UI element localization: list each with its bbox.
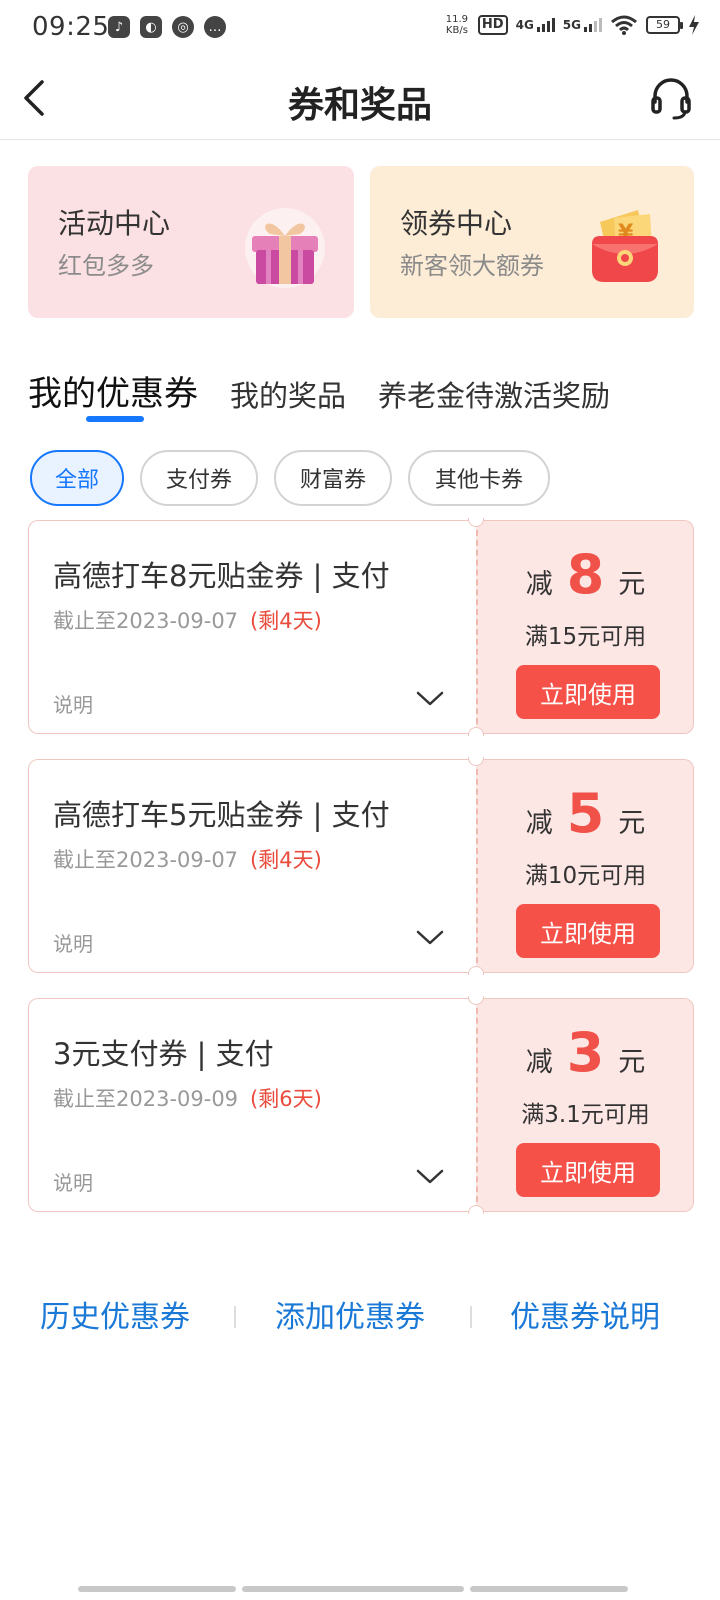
tab-my-prizes[interactable]: 我的奖品 bbox=[230, 373, 346, 415]
coupon-name: 高德打车5元贴金券 | 支付 bbox=[53, 798, 390, 832]
add-coupon-link[interactable]: 添加优惠券 bbox=[275, 1292, 425, 1336]
chevron-down-icon[interactable] bbox=[415, 687, 445, 709]
coupon-card: 3元支付券 | 支付 截止至2023-09-09 (剩6天) 说明 减3元 满3.… bbox=[28, 996, 694, 1214]
filter-other-cards[interactable]: 其他卡券 bbox=[408, 450, 550, 506]
page-header: 券和奖品 bbox=[0, 56, 720, 140]
promo-coupon-center[interactable]: 领券中心 新客领大额券 ¥ bbox=[370, 166, 694, 318]
message-icon: … bbox=[204, 16, 226, 38]
coupon-remaining: (剩4天) bbox=[250, 848, 322, 872]
coupon-value-panel: 减5元 满10元可用 立即使用 bbox=[476, 759, 694, 973]
coupon-expiry: 截止至2023-09-07 (剩4天) bbox=[53, 609, 322, 633]
link-divider bbox=[234, 1306, 236, 1328]
tab-my-coupons[interactable]: 我的优惠券 bbox=[28, 366, 198, 415]
coupon-remaining: (剩4天) bbox=[250, 609, 322, 633]
use-now-button[interactable]: 立即使用 bbox=[516, 665, 660, 719]
battery-icon: 59 bbox=[646, 16, 683, 34]
coupon-remaining: (剩6天) bbox=[250, 1087, 322, 1111]
filter-all[interactable]: 全部 bbox=[30, 450, 124, 506]
network-speed: 11.9 KB/s bbox=[445, 14, 469, 36]
coupon-description-toggle[interactable]: 说明 bbox=[53, 689, 93, 718]
coupon-amount: 减3元 bbox=[525, 1021, 646, 1084]
promo-title: 领券中心 bbox=[400, 207, 513, 240]
app-notification-icon: ◐ bbox=[140, 16, 162, 38]
coupon-notch bbox=[468, 727, 484, 736]
coupon-expiry: 截止至2023-09-09 (剩6天) bbox=[53, 1087, 322, 1111]
coupon-condition: 满10元可用 bbox=[524, 863, 647, 889]
coupon-notch bbox=[468, 966, 484, 975]
coupon-amount-number: 3 bbox=[566, 1021, 605, 1084]
coupon-condition: 满15元可用 bbox=[524, 624, 647, 650]
history-coupons-link[interactable]: 历史优惠券 bbox=[40, 1292, 190, 1336]
coupon-amount-number: 8 bbox=[566, 543, 605, 606]
promo-subtitle: 红包多多 bbox=[58, 252, 154, 280]
coupon-info: 高德打车5元贴金券 | 支付 截止至2023-09-07 (剩4天) 说明 bbox=[28, 759, 476, 973]
promo-title: 活动中心 bbox=[58, 207, 171, 240]
coupon-amount: 减8元 bbox=[525, 543, 646, 606]
hd-voice-icon: HD bbox=[477, 15, 508, 35]
gift-box-icon bbox=[245, 208, 325, 288]
coupon-name: 3元支付券 | 支付 bbox=[53, 1037, 274, 1071]
filter-payment[interactable]: 支付券 bbox=[140, 450, 258, 506]
coupon-notch bbox=[468, 1205, 484, 1214]
coupon-condition: 满3.1元可用 bbox=[521, 1102, 650, 1128]
wifi-icon bbox=[611, 15, 637, 35]
coupon-value-panel: 减3元 满3.1元可用 立即使用 bbox=[476, 998, 694, 1212]
coupon-card: 高德打车8元贴金券 | 支付 截止至2023-09-07 (剩4天) 说明 减8元… bbox=[28, 518, 694, 736]
browser-icon: ◎ bbox=[172, 16, 194, 38]
chevron-down-icon[interactable] bbox=[415, 926, 445, 948]
coupon-value-panel: 减8元 满15元可用 立即使用 bbox=[476, 520, 694, 734]
coupon-amount-number: 5 bbox=[566, 782, 605, 845]
link-divider bbox=[470, 1306, 472, 1328]
coupon-card: 高德打车5元贴金券 | 支付 截止至2023-09-07 (剩4天) 说明 减5元… bbox=[28, 757, 694, 975]
use-now-button[interactable]: 立即使用 bbox=[516, 1143, 660, 1197]
coupon-name: 高德打车8元贴金券 | 支付 bbox=[53, 559, 390, 593]
use-now-button[interactable]: 立即使用 bbox=[516, 904, 660, 958]
status-time: 09:25 bbox=[32, 12, 110, 42]
gesture-navigation-bar bbox=[78, 1586, 628, 1592]
notification-icons: ♪ ◐ ◎ … bbox=[108, 16, 226, 38]
coupon-info: 高德打车8元贴金券 | 支付 截止至2023-09-07 (剩4天) 说明 bbox=[28, 520, 476, 734]
coupon-description-toggle[interactable]: 说明 bbox=[53, 1167, 93, 1196]
chevron-down-icon[interactable] bbox=[415, 1165, 445, 1187]
charging-icon bbox=[689, 15, 699, 35]
coupon-info: 3元支付券 | 支付 截止至2023-09-09 (剩6天) 说明 bbox=[28, 998, 476, 1212]
tab-bar: 我的优惠券 我的奖品 养老金待激活奖励 bbox=[28, 366, 642, 415]
system-icons: 11.9 KB/s HD 4G 5G 59 bbox=[444, 14, 700, 36]
signal-4g-icon: 4G bbox=[516, 18, 555, 32]
customer-service-icon[interactable] bbox=[650, 76, 692, 120]
signal-5g-icon: 5G bbox=[563, 18, 602, 32]
coupon-help-link[interactable]: 优惠券说明 bbox=[510, 1292, 660, 1336]
bottom-links: 历史优惠券 添加优惠券 优惠券说明 bbox=[0, 1292, 720, 1342]
status-bar: 09:25 ♪ ◐ ◎ … 11.9 KB/s HD 4G 5G 59 bbox=[0, 0, 720, 56]
page-title: 券和奖品 bbox=[287, 85, 432, 126]
coupon-amount: 减5元 bbox=[525, 782, 646, 845]
tab-pension-rewards[interactable]: 养老金待激活奖励 bbox=[378, 373, 610, 415]
coupon-expiry: 截止至2023-09-07 (剩4天) bbox=[53, 848, 322, 872]
promo-activity-center[interactable]: 活动中心 红包多多 bbox=[28, 166, 354, 318]
coupon-description-toggle[interactable]: 说明 bbox=[53, 928, 93, 957]
red-envelope-icon: ¥ bbox=[592, 210, 658, 282]
active-tab-indicator bbox=[86, 416, 144, 422]
tiktok-icon: ♪ bbox=[108, 16, 130, 38]
filter-wealth[interactable]: 财富券 bbox=[274, 450, 392, 506]
filter-chips: 全部 支付券 财富券 其他卡券 bbox=[30, 450, 550, 506]
promo-subtitle: 新客领大额券 bbox=[400, 252, 544, 280]
